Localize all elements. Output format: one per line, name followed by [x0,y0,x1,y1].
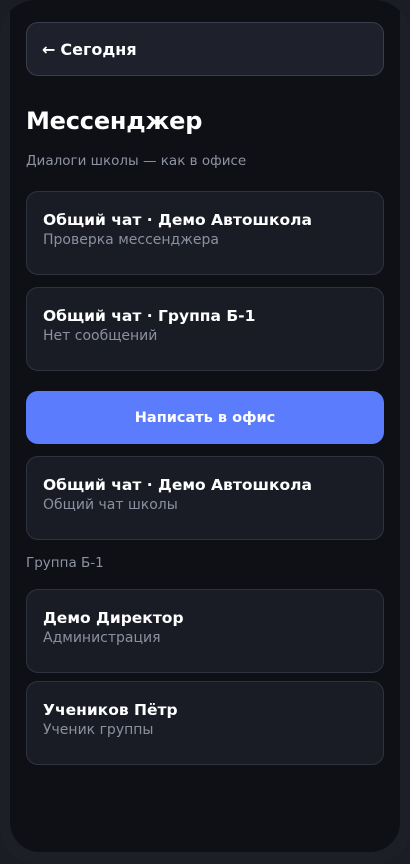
contact-item-director[interactable]: Демо Директор Администрация [26,589,384,673]
chat-item-group-b1[interactable]: Общий чат · Группа Б-1 Нет сообщений [26,287,384,371]
device-frame: ← Сегодня Мессенджер Диалоги школы — как… [0,0,410,864]
group-section-label: Группа Б-1 [26,555,104,571]
chat-item-school-general[interactable]: Общий чат · Демо Автошкола Общий чат шко… [26,456,384,540]
page-subtitle: Диалоги школы — как в офисе [26,153,247,169]
back-to-today-button[interactable]: ← Сегодня [26,22,384,76]
chat-preview: Общий чат школы [43,497,178,513]
chat-title: Общий чат · Демо Автошкола [43,476,312,494]
messenger-page: ← Сегодня Мессенджер Диалоги школы — как… [26,22,384,765]
chat-item-demo-school[interactable]: Общий чат · Демо Автошкола Проверка месс… [26,191,384,275]
app-screen: ← Сегодня Мессенджер Диалоги школы — как… [10,0,400,852]
write-to-office-button[interactable]: Написать в офис [26,391,384,444]
contact-name: Демо Директор [43,609,184,627]
contact-role: Администрация [43,630,161,646]
contact-name: Учеников Пётр [43,701,178,719]
contact-item-student[interactable]: Учеников Пётр Ученик группы [26,681,384,765]
back-button-label: Сегодня [60,39,137,59]
chat-title: Общий чат · Демо Автошкола [43,211,312,229]
chat-preview: Нет сообщений [43,328,158,344]
chat-title: Общий чат · Группа Б-1 [43,307,256,325]
contact-role: Ученик группы [43,722,154,738]
chat-preview: Проверка мессенджера [43,232,219,248]
back-arrow-icon: ← [42,39,56,59]
page-title: Мессенджер [26,107,203,135]
